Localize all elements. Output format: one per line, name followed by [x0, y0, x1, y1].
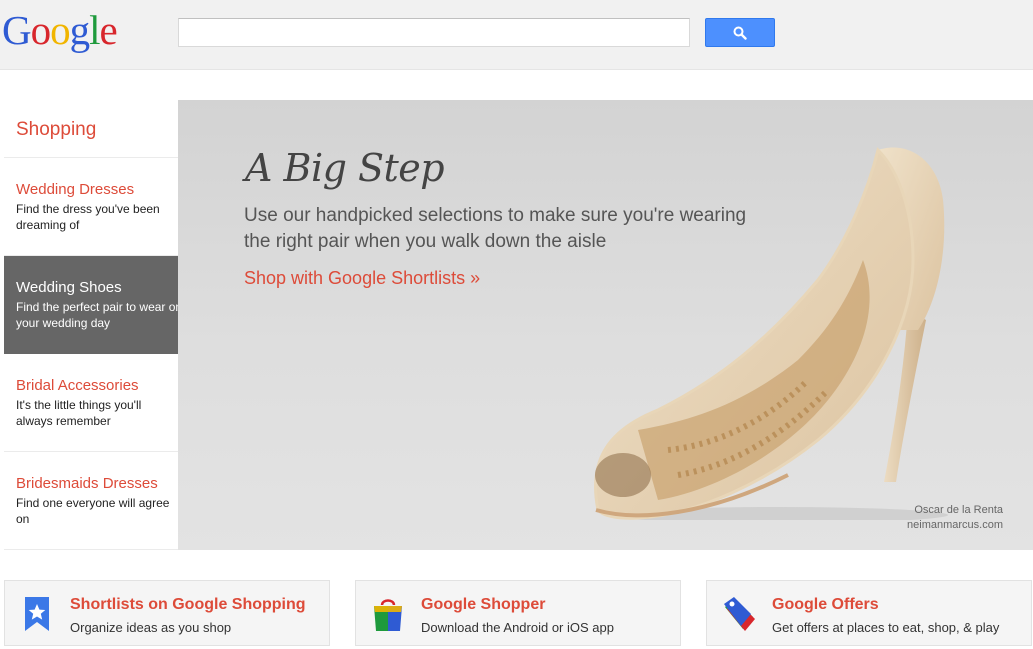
hero-title: A Big Step [245, 146, 445, 190]
sidebar-item-title: Wedding Shoes [16, 279, 122, 296]
logo-letter: G [2, 7, 32, 53]
sidebar-item-wedding-shoes[interactable]: Wedding Shoes Find the perfect pair to w… [4, 256, 199, 354]
sidebar-nav: Shopping Wedding Dresses Find the dress … [4, 100, 199, 550]
card-title: Google Offers [772, 596, 879, 613]
shoe-image [594, 147, 948, 520]
credit-designer: Oscar de la Renta [914, 504, 1003, 516]
search-input[interactable] [178, 18, 690, 47]
sidebar-item-desc: Find the perfect pair to wear on your we… [16, 300, 183, 330]
sidebar-item-bridesmaids-dresses[interactable]: Bridesmaids Dresses Find one everyone wi… [4, 452, 178, 550]
card-desc: Organize ideas as you shop [70, 620, 232, 635]
card-desc: Download the Android or iOS app [421, 620, 614, 635]
sidebar-item-desc: Find one everyone will agree on [16, 496, 170, 526]
card-title: Google Shopper [421, 596, 546, 613]
sidebar-item-title: Bridesmaids Dresses [16, 475, 158, 492]
sidebar-item-wedding-dresses[interactable]: Wedding Dresses Find the dress you've be… [4, 158, 178, 256]
bookmark-star-icon [25, 597, 49, 631]
logo-letter: g [69, 7, 90, 53]
logo-letter: o [50, 7, 70, 53]
sidebar-title[interactable]: Shopping [4, 100, 178, 158]
shopping-bag-icon [374, 599, 402, 631]
sidebar-item-desc: It's the little things you'll always rem… [16, 398, 142, 428]
search-icon [733, 26, 747, 40]
credit-source: neimanmarcus.com [907, 519, 1003, 531]
search-button[interactable] [705, 18, 775, 47]
sidebar-item-title: Bridal Accessories [16, 377, 139, 394]
shortlists-link[interactable]: Shop with Google Shortlists » [244, 268, 480, 289]
logo-letter: e [99, 7, 118, 53]
shortlists-card[interactable]: Shortlists on Google Shopping Organize i… [4, 580, 330, 646]
header: Google [0, 0, 1033, 70]
image-credit: Oscar de la Renta neimanmarcus.com [907, 503, 1003, 533]
google-shopper-card[interactable]: Google Shopper Download the Android or i… [355, 580, 681, 646]
sidebar-item-bridal-accessories[interactable]: Bridal Accessories It's the little thing… [4, 354, 178, 452]
card-title: Shortlists on Google Shopping [70, 596, 306, 613]
logo-letter: l [89, 7, 100, 53]
google-offers-card[interactable]: Google Offers Get offers at places to ea… [706, 580, 1032, 646]
tag-icon [724, 597, 755, 631]
card-desc: Get offers at places to eat, shop, & pla… [772, 620, 1000, 635]
logo-letter: o [30, 7, 51, 53]
hero-banner[interactable]: A Big Step Use our handpicked selections… [178, 100, 1033, 550]
sidebar-item-title: Wedding Dresses [16, 181, 135, 198]
sidebar-item-desc: Find the dress you've been dreaming of [16, 202, 160, 232]
google-logo[interactable]: Google [2, 7, 118, 53]
